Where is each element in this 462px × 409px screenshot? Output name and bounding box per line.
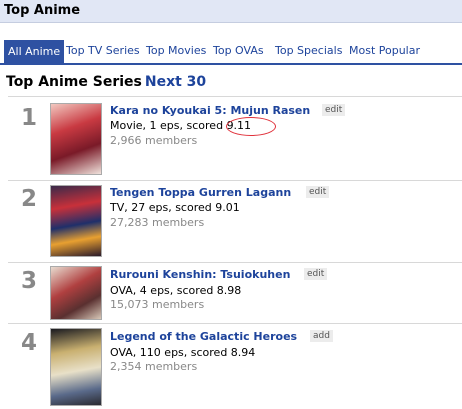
anime-info-text: Movie, 1 eps, scored [110, 119, 227, 132]
rank-number: 3 [20, 268, 37, 294]
tab-all-anime[interactable]: All Anime [4, 40, 65, 63]
edit-button[interactable]: edit [304, 268, 328, 280]
member-count: 27,283 members [110, 216, 205, 229]
anime-title-link[interactable]: Rurouni Kenshin: Tsuiokuhen [110, 268, 290, 281]
anime-title-link[interactable]: Kara no Kyoukai 5: Mujun Rasen [110, 104, 310, 117]
row-divider [8, 96, 462, 97]
rank-number: 1 [20, 105, 37, 131]
tab-top-specials[interactable]: Top Specials [275, 41, 342, 61]
anime-info: OVA, 110 eps, scored 8.94 [110, 346, 256, 359]
tab-top-ovas[interactable]: Top OVAs [213, 41, 264, 61]
section-title: Top Anime Series [6, 74, 142, 90]
next-30-link[interactable]: Next 30 [145, 74, 206, 90]
anime-thumbnail[interactable] [50, 328, 102, 406]
anime-thumbnail[interactable] [50, 103, 102, 175]
edit-button[interactable]: edit [322, 104, 346, 116]
add-button[interactable]: add [310, 330, 333, 342]
page-header: Top Anime [0, 0, 462, 23]
row-divider [8, 323, 462, 324]
page-title: Top Anime [4, 3, 81, 18]
category-tabs: All Anime Top TV Series Top Movies Top O… [0, 38, 462, 65]
rank-number: 2 [20, 186, 37, 212]
member-count: 2,966 members [110, 134, 198, 147]
rank-number: 4 [20, 330, 37, 356]
section-heading: Top Anime Series Next 30 [6, 74, 206, 90]
score-highlight-circle [226, 117, 276, 136]
anime-thumbnail[interactable] [50, 266, 102, 320]
member-count: 15,073 members [110, 298, 205, 311]
member-count: 2,354 members [110, 360, 198, 373]
tab-most-popular[interactable]: Most Popular [349, 41, 420, 61]
edit-button[interactable]: edit [306, 186, 330, 198]
anime-thumbnail[interactable] [50, 185, 102, 257]
anime-info: TV, 27 eps, scored 9.01 [110, 201, 240, 214]
row-divider [8, 180, 462, 181]
anime-title-link[interactable]: Tengen Toppa Gurren Lagann [110, 186, 291, 199]
tab-top-movies[interactable]: Top Movies [146, 41, 206, 61]
anime-title-link[interactable]: Legend of the Galactic Heroes [110, 330, 297, 343]
row-divider [8, 262, 462, 263]
anime-info: OVA, 4 eps, scored 8.98 [110, 284, 242, 297]
tab-top-tv-series[interactable]: Top TV Series [66, 41, 140, 61]
